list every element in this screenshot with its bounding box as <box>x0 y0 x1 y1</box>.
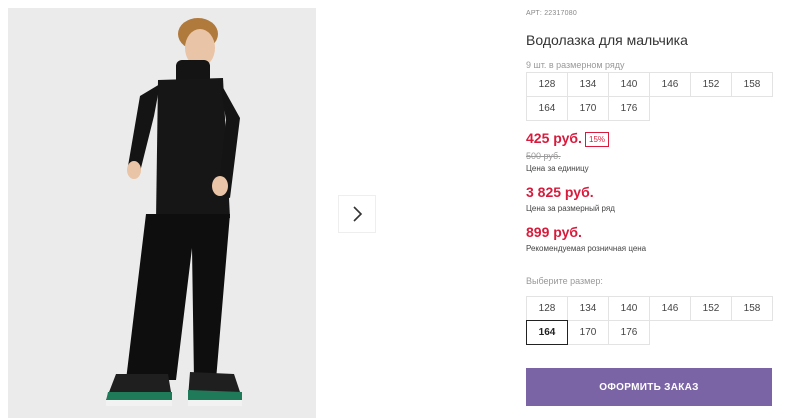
order-button[interactable]: ОФОРМИТЬ ЗАКАЗ <box>526 368 772 406</box>
choose-size-label: Выберите размер: <box>526 276 603 286</box>
boy-in-black-turtleneck-image <box>8 8 316 418</box>
size-option[interactable]: 146 <box>649 296 691 321</box>
size-row-grid: 128 134 140 146 152 158 164 170 176 <box>526 72 773 121</box>
size-cell: 128 <box>526 72 568 97</box>
retail-price: 899 руб. <box>526 224 582 240</box>
size-option[interactable]: 164 <box>526 320 568 345</box>
size-cell: 152 <box>690 72 732 97</box>
size-cell: 140 <box>608 72 650 97</box>
size-cell: 158 <box>731 72 773 97</box>
product-title: Водолазка для мальчика <box>526 32 688 48</box>
size-cell: 176 <box>608 96 650 121</box>
size-option[interactable]: 140 <box>608 296 650 321</box>
size-option[interactable]: 176 <box>608 320 650 345</box>
size-option[interactable]: 128 <box>526 296 568 321</box>
size-row-label: 9 шт. в размерном ряду <box>526 60 625 70</box>
size-option[interactable]: 134 <box>567 296 609 321</box>
chevron-right-icon <box>353 206 363 222</box>
old-price: 500 руб. <box>526 151 561 161</box>
size-option[interactable]: 158 <box>731 296 773 321</box>
size-option[interactable]: 152 <box>690 296 732 321</box>
row-price: 3 825 руб. <box>526 184 594 200</box>
article-number: АРТ: 22317080 <box>526 10 577 17</box>
size-cell: 134 <box>567 72 609 97</box>
product-gallery <box>0 0 510 418</box>
size-cell: 164 <box>526 96 568 121</box>
size-option[interactable]: 170 <box>567 320 609 345</box>
product-photo <box>8 8 316 418</box>
row-price-caption: Цена за размерный ряд <box>526 204 615 213</box>
unit-price: 425 руб. <box>526 130 582 146</box>
retail-price-caption: Рекомендуемая розничная цена <box>526 244 647 253</box>
size-cell: 146 <box>649 72 691 97</box>
next-image-button[interactable] <box>338 195 376 233</box>
unit-price-caption: Цена за единицу <box>526 164 589 173</box>
discount-badge: 15% <box>585 132 610 147</box>
size-cell: 170 <box>567 96 609 121</box>
size-selector: 128 134 140 146 152 158 164 170 176 <box>526 296 773 345</box>
